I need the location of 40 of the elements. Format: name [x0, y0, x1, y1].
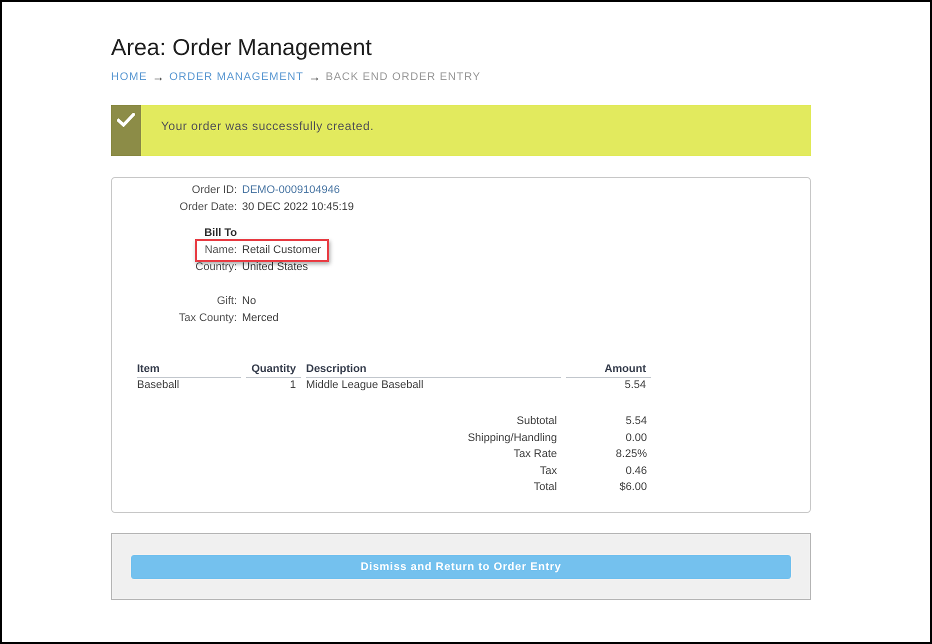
total-value: 5.54	[624, 414, 648, 429]
field-label: Gift:	[216, 294, 237, 309]
breadcrumb-separator: →	[308, 70, 321, 84]
total-value: 0.46	[624, 464, 648, 478]
field-label: Tax County:	[178, 311, 237, 326]
total-value: 8.25%	[614, 447, 648, 462]
field-value: Retail Customer	[242, 243, 321, 258]
dismiss-button[interactable]: Dismiss and Return to Order Entry	[131, 554, 791, 578]
total-label: Tax	[538, 464, 558, 478]
column-header: Item	[137, 362, 241, 378]
column-header: Amount	[566, 362, 651, 378]
total-label: Total	[532, 480, 558, 495]
total-label: Tax Rate	[512, 447, 558, 462]
field-label: Name:	[204, 243, 237, 258]
field-label: Country:	[195, 260, 237, 275]
section-heading: Bill To	[204, 226, 237, 241]
field-label: Order Date:	[180, 200, 237, 215]
column-header: Description	[306, 362, 561, 378]
page-title: Area: Order Management	[111, 33, 372, 62]
total-value: 0.00	[624, 430, 648, 446]
field-label: Order ID:	[192, 183, 237, 198]
breadcrumb-link[interactable]: HOME	[111, 70, 148, 84]
total-value: $6.00	[618, 480, 648, 495]
total-label: Subtotal	[516, 414, 558, 429]
breadcrumb-separator: →	[152, 70, 164, 84]
column-header: Quantity	[246, 362, 301, 378]
field-value: United States	[242, 260, 308, 275]
field-value: Merced	[242, 311, 279, 326]
order-id-link[interactable]: DEMO-0009104946	[242, 182, 340, 199]
breadcrumb-current: BACK END ORDER ENTRY	[326, 70, 481, 84]
field-value: No	[242, 294, 256, 309]
table-cell-text: Baseball	[137, 378, 180, 393]
table-cell-text: 1	[288, 378, 297, 393]
alert-message: Your order was successfully created.	[161, 118, 374, 132]
breadcrumb-link[interactable]: ORDER MANAGEMENT	[169, 70, 304, 84]
field-value: 30 DEC 2022 10:45:19	[242, 200, 354, 215]
table-cell-text: 5.54	[624, 378, 647, 393]
check-icon	[117, 113, 135, 127]
total-label: Shipping/Handling	[466, 430, 558, 446]
table-cell-text: Middle League Baseball	[306, 378, 424, 393]
